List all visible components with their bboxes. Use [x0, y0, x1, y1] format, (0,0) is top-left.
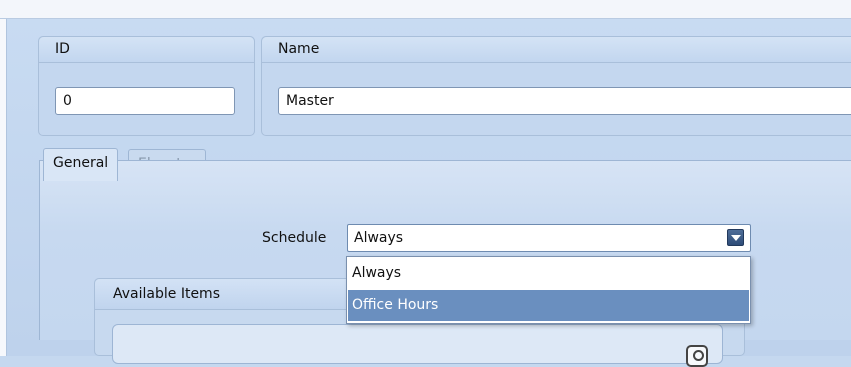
chevron-down-icon: [731, 235, 741, 241]
dropdown-arrow-button[interactable]: [727, 229, 744, 246]
schedule-selected-value: Always: [354, 230, 404, 246]
dropdown-option-always[interactable]: Always: [348, 258, 749, 289]
tab-general[interactable]: General: [43, 148, 119, 181]
left-edge-bar: [0, 19, 7, 356]
name-input[interactable]: Master: [278, 87, 851, 115]
available-items-list: [112, 324, 723, 367]
schedule-dropdown-list: Always Office Hours: [346, 256, 751, 324]
id-groupbox-header: ID: [39, 37, 254, 63]
search-icon[interactable]: [686, 345, 708, 367]
id-input[interactable]: 0: [55, 87, 235, 115]
id-groupbox: ID: [38, 36, 255, 136]
window-top-strip: [0, 0, 851, 19]
dropdown-option-office-hours[interactable]: Office Hours: [348, 290, 749, 321]
name-groupbox: Name: [261, 36, 851, 136]
schedule-combobox[interactable]: Always: [347, 224, 751, 252]
schedule-label: Schedule: [262, 230, 327, 246]
name-groupbox-header: Name: [262, 37, 851, 63]
